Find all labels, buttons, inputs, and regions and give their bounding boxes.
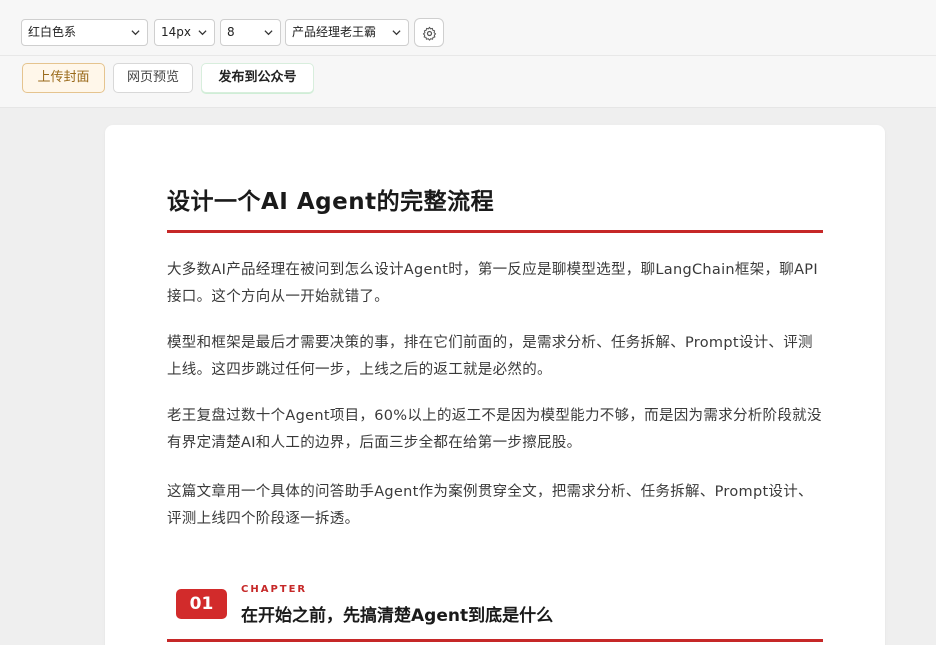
chevron-down-icon bbox=[198, 30, 207, 36]
publish-button[interactable]: 发布到公众号 bbox=[201, 63, 314, 93]
chevron-down-icon bbox=[131, 30, 140, 36]
article-title: 设计一个AI Agent的完整流程 bbox=[167, 189, 495, 215]
paragraph: 大多数AI产品经理在被问到怎么设计Agent时，第一反应是聊模型选型，聊Lang… bbox=[167, 262, 818, 305]
editor-toolbar: 红白色系 14px 8 产品经理老王霸 上传封面 网页预览 发布到公众号 bbox=[0, 0, 936, 108]
paragraph: 模型和框架是最后才需要决策的事，排在它们前面的，是需求分析、任务拆解、Promp… bbox=[167, 335, 813, 378]
author-select-value: 产品经理老王霸 bbox=[292, 25, 377, 39]
font-size-select-value: 14px bbox=[161, 25, 191, 39]
spacing-select[interactable]: 8 bbox=[220, 19, 281, 46]
author-select[interactable]: 产品经理老王霸 bbox=[285, 19, 409, 46]
settings-button[interactable] bbox=[414, 18, 444, 47]
upload-cover-button[interactable]: 上传封面 bbox=[22, 63, 105, 93]
paragraph: 这篇文章用一个具体的问答助手Agent作为案例贯穿全文，把需求分析、任务拆解、P… bbox=[167, 484, 813, 527]
paragraph: 老王复盘过数十个Agent项目，60%以上的返工不是因为模型能力不够，而是因为需… bbox=[167, 408, 822, 451]
chevron-down-icon bbox=[264, 30, 273, 36]
gear-icon bbox=[422, 26, 437, 41]
spacing-select-value: 8 bbox=[227, 25, 235, 39]
title-divider bbox=[167, 230, 823, 233]
font-size-select[interactable]: 14px bbox=[154, 19, 215, 46]
chapter-divider bbox=[167, 639, 823, 642]
chevron-down-icon bbox=[392, 30, 401, 36]
chapter-title: 在开始之前，先搞清楚Agent到底是什么 bbox=[241, 606, 554, 626]
theme-select[interactable]: 红白色系 bbox=[21, 19, 148, 46]
article-preview: 设计一个AI Agent的完整流程 大多数AI产品经理在被问到怎么设计Agent… bbox=[105, 125, 885, 645]
web-preview-button[interactable]: 网页预览 bbox=[113, 63, 193, 93]
chapter-label: CHAPTER bbox=[241, 584, 308, 595]
theme-select-value: 红白色系 bbox=[28, 25, 77, 39]
format-row: 红白色系 14px 8 产品经理老王霸 bbox=[0, 0, 936, 56]
chapter-number-badge: 01 bbox=[176, 589, 227, 619]
